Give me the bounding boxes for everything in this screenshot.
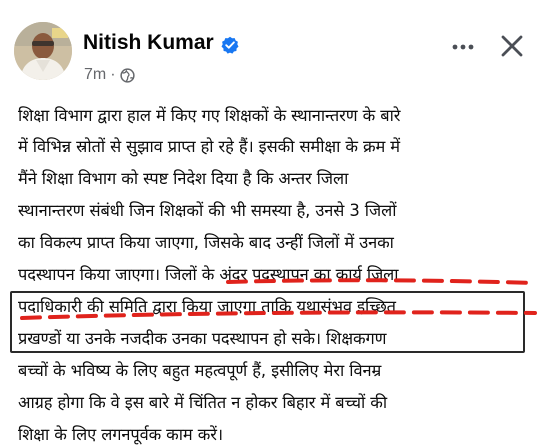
post-body-line: प्रखण्डों या उनके नजदीक उनका पदस्थापन हो…	[18, 329, 387, 348]
globe-icon[interactable]	[119, 67, 135, 83]
post-body-line: पदस्थापन किया जाएगा। जिलों के अंदर पदस्थ…	[18, 265, 399, 284]
post-body-line: पदाधिकारी की समिति द्वारा किया जाएगा ताक…	[18, 297, 396, 316]
post-timestamp[interactable]: 7m	[84, 66, 106, 84]
verified-badge-icon	[221, 36, 239, 54]
avatar-portrait-icon	[14, 22, 72, 80]
post-body-line: मैंने शिक्षा विभाग को स्पष्ट निदेश दिया …	[18, 169, 349, 188]
post-body-line: का विकल्प प्राप्त किया जाएगा, जिसके बाद …	[18, 233, 394, 252]
more-options-icon	[452, 44, 474, 50]
post-body-line: आग्रह होगा कि वे इस बारे में चिंतित न हो…	[18, 393, 388, 412]
author-avatar[interactable]	[14, 22, 72, 80]
more-options-button[interactable]	[446, 30, 480, 64]
author-name[interactable]: Nitish Kumar	[83, 31, 214, 55]
post-body-line: बच्चों के भविष्य के लिए बहुत महत्वपूर्ण …	[18, 361, 382, 380]
post-body-line: में विभिन्न स्रोतों से सुझाव प्राप्त हो …	[18, 137, 400, 156]
post-body-line: स्थानान्तरण संबंधी जिन शिक्षकों की भी सम…	[18, 201, 397, 220]
post-body-line: शिक्षा के लिए लगनपूर्वक काम करें।	[18, 425, 223, 444]
facebook-post: Nitish Kumar 7m · शिक्षा विभाग द्वारा हा…	[0, 0, 538, 446]
post-meta: 7m ·	[84, 66, 135, 84]
post-body-line: शिक्षा विभाग द्वारा हाल में किए गए शिक्ष…	[18, 106, 401, 125]
close-icon	[501, 35, 523, 57]
meta-separator: ·	[110, 66, 116, 83]
close-button[interactable]	[494, 28, 530, 64]
